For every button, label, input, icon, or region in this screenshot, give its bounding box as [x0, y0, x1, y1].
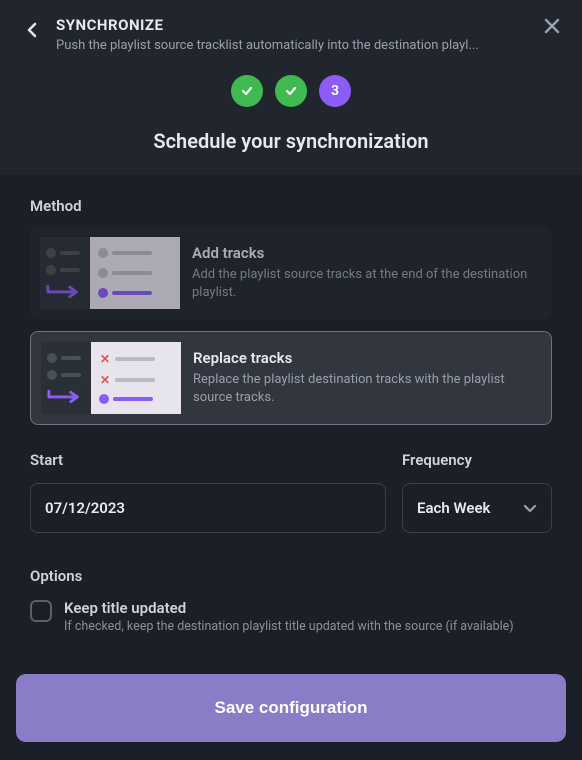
step-indicator: 3: [0, 65, 582, 121]
options-label: Options: [30, 567, 552, 585]
method-replace-desc: Replace the playlist destination tracks …: [193, 371, 541, 407]
method-option-add[interactable]: Add tracks Add the playlist source track…: [30, 227, 552, 319]
method-add-title: Add tracks: [192, 244, 542, 262]
close-icon: [544, 18, 560, 34]
back-button[interactable]: [20, 18, 44, 42]
dialog-subtitle: Push the playlist source tracklist autom…: [56, 38, 562, 53]
check-icon: [284, 84, 298, 98]
step-2-done[interactable]: [275, 75, 307, 107]
step-3-current: 3: [319, 75, 351, 107]
chevron-down-icon: [523, 499, 537, 517]
schedule-heading: Schedule your synchronization: [0, 121, 582, 175]
step-1-done[interactable]: [231, 75, 263, 107]
method-replace-thumb: ✕ ✕: [41, 342, 181, 414]
x-icon: ✕: [99, 352, 111, 366]
dialog-header: SYNCHRONIZE Push the playlist source tra…: [0, 0, 582, 65]
frequency-label: Frequency: [402, 451, 552, 469]
method-add-thumb: [40, 237, 180, 309]
start-label: Start: [30, 451, 386, 469]
method-replace-title: Replace tracks: [193, 349, 541, 367]
chevron-left-icon: [26, 22, 38, 38]
frequency-select[interactable]: Each Week: [402, 483, 552, 533]
dialog-title: SYNCHRONIZE: [56, 16, 562, 34]
method-label: Method: [30, 197, 552, 215]
save-configuration-button[interactable]: Save configuration: [16, 674, 566, 742]
x-icon: ✕: [99, 373, 111, 387]
keep-title-checkbox[interactable]: [30, 600, 52, 622]
method-add-desc: Add the playlist source tracks at the en…: [192, 266, 542, 302]
check-icon: [240, 84, 254, 98]
close-button[interactable]: [540, 14, 564, 38]
keep-title-desc: If checked, keep the destination playlis…: [64, 619, 514, 636]
frequency-value: Each Week: [417, 499, 490, 517]
method-option-replace[interactable]: ✕ ✕ Replace tracks Replace the playlist …: [30, 331, 552, 425]
keep-title-checkbox-row[interactable]: Keep title updated If checked, keep the …: [30, 599, 552, 636]
keep-title-label: Keep title updated: [64, 599, 514, 617]
start-date-input[interactable]: [30, 483, 386, 533]
